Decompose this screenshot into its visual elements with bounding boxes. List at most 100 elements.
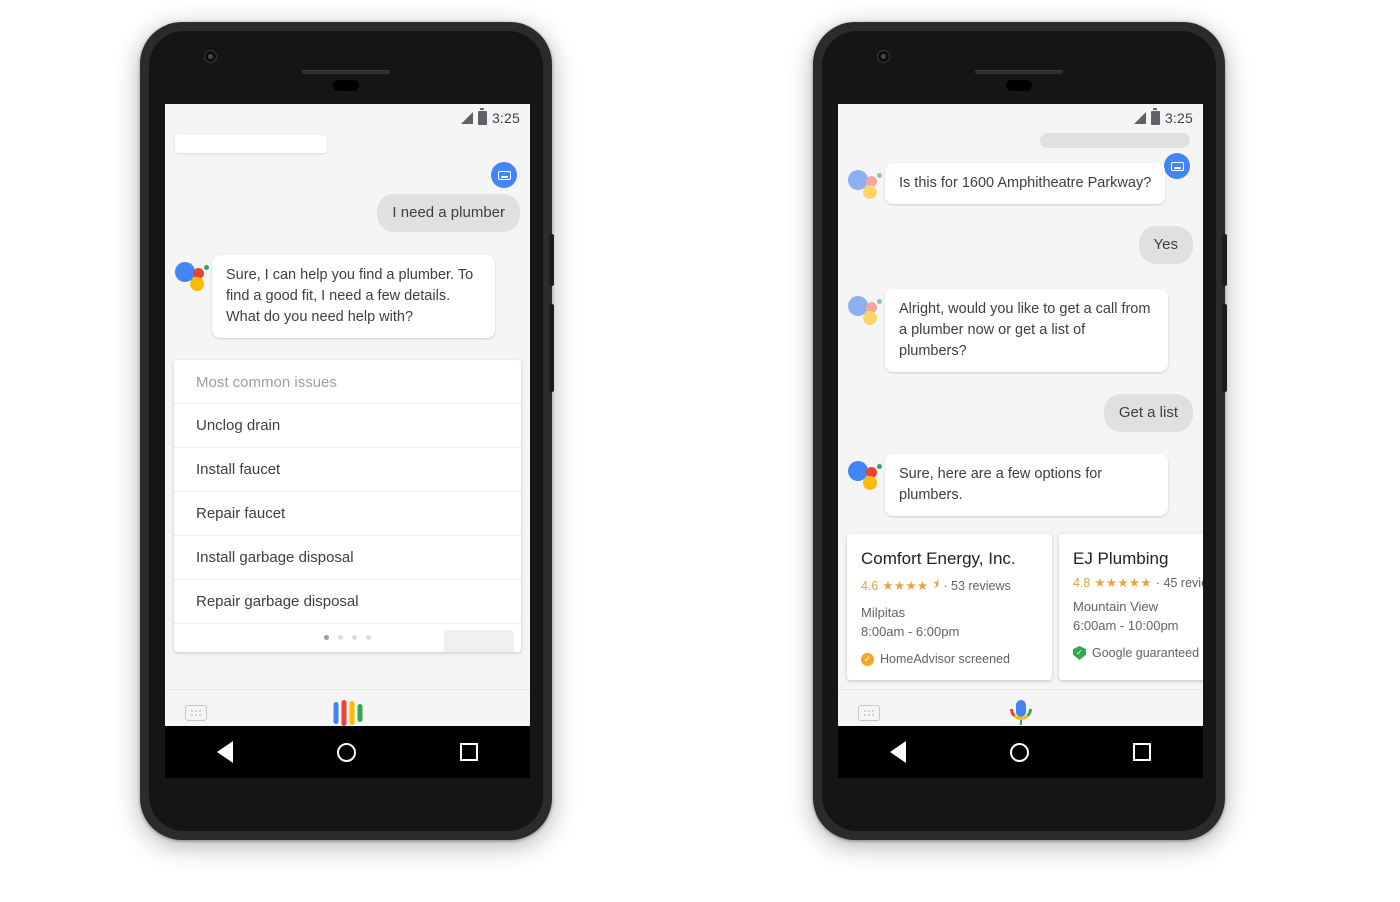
assistant-listening-bars-icon[interactable] (333, 700, 362, 726)
google-guaranteed-shield-icon: ✓ (1073, 646, 1086, 660)
scrolled-message-stub (175, 135, 327, 153)
assistant-logo-icon (848, 458, 882, 490)
phone-left-screen: 3:25 I need a plumber Sure, I can help y… (165, 104, 530, 736)
message-row-assistant: Sure, I can help you find a plumber. To … (165, 255, 530, 338)
front-camera-icon (877, 50, 890, 63)
business-location: Mountain View (1073, 599, 1159, 614)
business-name: EJ Plumbing (1073, 549, 1169, 568)
keyboard-icon[interactable] (858, 705, 880, 721)
recents-square-icon[interactable] (460, 743, 478, 761)
proximity-sensor (333, 80, 359, 91)
user-message-bubble: Get a list (1103, 394, 1193, 432)
message-row-user: Yes (838, 226, 1203, 264)
list-item[interactable]: Repair faucet (174, 492, 521, 536)
scrolled-message-stub (1040, 133, 1190, 148)
business-name: Comfort Energy, Inc. (861, 549, 1016, 568)
message-row-assistant: Alright, would you like to get a call fr… (838, 289, 1203, 372)
pagination-dot[interactable] (366, 635, 371, 640)
next-card-peek (444, 630, 514, 652)
status-bar-left: 3:25 (165, 104, 530, 131)
pagination-dot[interactable] (352, 635, 357, 640)
android-navigation-bar-right (838, 726, 1203, 778)
avatar (1164, 153, 1190, 179)
back-triangle-icon[interactable] (217, 741, 233, 763)
user-message-bubble: Yes (1138, 226, 1193, 264)
chat-thread-left: I need a plumber Sure, I can help you fi… (165, 131, 530, 652)
battery-icon (1150, 108, 1160, 125)
rating-row: 4.8 ★★★★★ · 45 review (1073, 575, 1203, 591)
user-message-bubble: I need a plumber (377, 194, 520, 232)
assistant-message-bubble: Sure, here are a few options for plumber… (885, 454, 1168, 516)
proximity-sensor (1006, 80, 1032, 91)
message-row-user: I need a plumber (165, 194, 530, 232)
user-avatar-row (165, 162, 530, 188)
assistant-logo-icon (848, 167, 882, 199)
review-count: · 45 review (1155, 575, 1203, 590)
status-clock: 3:25 (1164, 109, 1193, 126)
power-button[interactable] (549, 234, 554, 286)
battery-icon (477, 108, 487, 125)
rating-row: 4.6 ★★★★ ⯨ · 53 reviews (861, 575, 1038, 596)
business-hours: 8:00am - 6:00pm (861, 624, 960, 639)
list-item[interactable]: Install garbage disposal (174, 536, 521, 580)
phone-right-screen: 3:25 Is this for 1600 Amphitheatre Parkw… (838, 104, 1203, 736)
rating-value: 4.6 (861, 578, 879, 593)
power-button[interactable] (1222, 234, 1227, 286)
business-location: Milpitas (861, 605, 906, 620)
suggestion-card: Most common issues Unclog drain Install … (174, 360, 521, 652)
google-mic-icon[interactable] (1009, 700, 1032, 726)
avatar (491, 162, 517, 188)
assistant-message-bubble: Sure, I can help you find a plumber. To … (212, 255, 495, 338)
volume-button[interactable] (549, 304, 554, 392)
badge-label: Google guaranteed (1092, 646, 1200, 660)
earpiece-speaker (302, 70, 390, 74)
review-count: · 53 reviews (943, 578, 1011, 593)
phone-left: 3:25 I need a plumber Sure, I can help y… (140, 22, 554, 840)
star-rating-icon: ★★★★★ (1094, 576, 1152, 590)
message-row-user: Get a list (838, 394, 1203, 432)
home-circle-icon[interactable] (1010, 742, 1029, 762)
status-badge: ✓ HomeAdvisor screened (861, 652, 1038, 666)
scene-root: 3:25 I need a plumber Sure, I can help y… (0, 0, 1400, 902)
recents-square-icon[interactable] (1133, 743, 1151, 761)
scrolled-message-stub-row (165, 133, 530, 153)
list-item[interactable]: Install faucet (174, 448, 521, 492)
signal-triangle-icon (460, 111, 473, 124)
message-row-assistant: Sure, here are a few options for plumber… (838, 454, 1203, 516)
assistant-message-bubble: Alright, would you like to get a call fr… (885, 289, 1168, 372)
suggestion-card-header: Most common issues (174, 360, 521, 404)
keyboard-icon[interactable] (185, 705, 207, 721)
android-navigation-bar-left (165, 726, 530, 778)
rating-value: 4.8 (1073, 575, 1091, 590)
business-card-carousel[interactable]: Comfort Energy, Inc. 4.6 ★★★★ ⯨ · 53 rev… (838, 534, 1203, 680)
assistant-logo-icon (848, 293, 882, 325)
pagination-dot[interactable] (338, 635, 343, 640)
assistant-logo-icon (175, 259, 209, 291)
pagination-dot[interactable] (324, 635, 329, 640)
front-camera-icon (204, 50, 217, 63)
half-star-icon: ⯨ (932, 577, 940, 591)
badge-label: HomeAdvisor screened (880, 652, 1010, 666)
business-card[interactable]: Comfort Energy, Inc. 4.6 ★★★★ ⯨ · 53 rev… (847, 534, 1052, 680)
message-row-assistant: Is this for 1600 Amphitheatre Parkway? (838, 163, 1203, 204)
volume-button[interactable] (1222, 304, 1227, 392)
business-card[interactable]: EJ Plumbing 4.8 ★★★★★ · 45 review Mounta… (1059, 534, 1203, 680)
status-clock: 3:25 (491, 109, 520, 126)
back-triangle-icon[interactable] (890, 741, 906, 763)
signal-triangle-icon (1133, 111, 1146, 124)
keyboard-glyph-icon (497, 170, 511, 180)
keyboard-glyph-icon (1170, 161, 1184, 171)
star-rating-icon: ★★★★ (882, 579, 929, 593)
list-item[interactable]: Unclog drain (174, 404, 521, 448)
phone-right: 3:25 Is this for 1600 Amphitheatre Parkw… (813, 22, 1227, 840)
home-circle-icon[interactable] (337, 742, 356, 762)
earpiece-speaker (975, 70, 1063, 74)
assistant-message-bubble: Is this for 1600 Amphitheatre Parkway? (885, 163, 1166, 204)
scrolled-message-stub-row (838, 131, 1203, 148)
homeadvisor-check-badge-icon: ✓ (861, 652, 874, 666)
status-badge: ✓ Google guaranteed (1073, 646, 1203, 660)
chat-thread-right: Is this for 1600 Amphitheatre Parkway? Y… (838, 131, 1203, 680)
status-bar-right: 3:25 (838, 104, 1203, 131)
business-hours: 6:00am - 10:00pm (1073, 618, 1179, 633)
list-item[interactable]: Repair garbage disposal (174, 580, 521, 624)
